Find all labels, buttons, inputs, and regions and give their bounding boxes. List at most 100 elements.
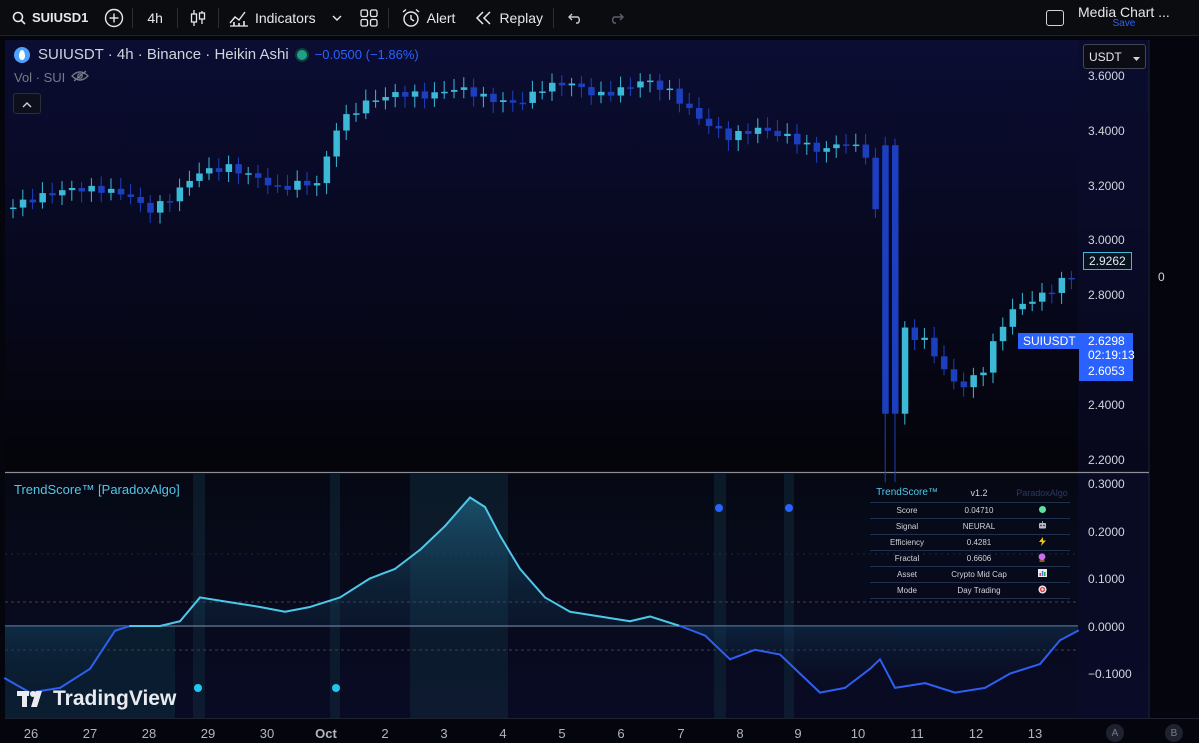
currency-select[interactable]: USDT (1083, 44, 1146, 69)
candle-body (764, 127, 772, 131)
candle-body (421, 91, 429, 99)
candle-body (49, 193, 56, 196)
ha-close-price: 2.6053 (1088, 364, 1125, 378)
candle-body (382, 96, 389, 101)
candle-body (1009, 309, 1017, 327)
crystal-ball-icon (1038, 552, 1046, 562)
candle-body (598, 91, 605, 96)
chart-type-button[interactable] (178, 0, 218, 36)
chart-title: SUIUSDT · 4h · Binance · Heikin Ashi (38, 46, 289, 63)
tradingview-logo[interactable]: TradingView (17, 687, 176, 711)
indicators-button[interactable]: Indicators (219, 0, 324, 36)
volume-legend[interactable]: Vol · SUI (14, 70, 90, 85)
candle-body (539, 91, 546, 93)
candle-body (215, 168, 223, 172)
candle-body (235, 164, 242, 174)
alert-label: Alert (426, 9, 456, 26)
time-axis-button-a[interactable]: A (1106, 724, 1124, 742)
price-change: −0.0500 (−1.86%) (314, 47, 419, 62)
candle-body (617, 87, 625, 96)
candle-body (313, 183, 321, 186)
candle-body (1039, 292, 1046, 302)
undo-button[interactable] (554, 0, 596, 36)
indicators-dropdown[interactable] (324, 0, 350, 36)
candle-body (333, 130, 340, 157)
top-toolbar: SUIUSD1 4h Indicators Alert Replay Media… (0, 0, 1199, 36)
candle-body (843, 144, 850, 146)
chart-area[interactable]: SUIUSDT · 4h · Binance · Heikin Ashi −0.… (0, 36, 1199, 743)
eye-hidden-icon[interactable] (71, 70, 90, 85)
candle-body (852, 144, 860, 147)
signal-band (193, 474, 205, 718)
brand-name: TradingView (53, 687, 177, 710)
rewind-icon (475, 10, 493, 25)
candle-body (647, 80, 654, 83)
signal-dot (332, 684, 340, 692)
candle-body (911, 327, 919, 340)
table-row: Mode Day Trading (870, 582, 1070, 599)
candle-body (353, 113, 360, 115)
candle-body (245, 173, 252, 175)
price-pane[interactable] (5, 40, 1149, 472)
layout-name-button[interactable]: Media Chart ... Save (1078, 5, 1170, 30)
symbol-price-tag: SUIUSDT (1018, 333, 1081, 349)
chevron-down-icon (332, 15, 342, 21)
redo-button[interactable] (596, 0, 636, 36)
candle-body (39, 193, 46, 203)
signal-dot (785, 504, 793, 512)
price-axis-label: 3.0000 (1088, 233, 1125, 247)
candle-body (754, 127, 762, 134)
price-axis-label: 3.6000 (1088, 69, 1125, 83)
candle-body (78, 187, 86, 192)
candle-body (872, 157, 879, 210)
zero-marker: 0 (1158, 270, 1165, 284)
table-label: Fractal (870, 550, 944, 567)
candle-body (656, 80, 664, 90)
last-price: 2.6298 (1088, 334, 1125, 348)
candle-body (960, 381, 968, 388)
chart-legend[interactable]: SUIUSDT · 4h · Binance · Heikin Ashi −0.… (14, 46, 419, 63)
candle-body (117, 188, 125, 195)
table-row: Asset Crypto Mid Cap (870, 566, 1070, 583)
signal-dot (715, 504, 723, 512)
collapse-legend-button[interactable] (13, 93, 41, 114)
candle-body (999, 326, 1007, 342)
alert-button[interactable]: Alert (389, 0, 466, 36)
volume-label: Vol · SUI (14, 70, 66, 85)
chart-canvas[interactable] (0, 36, 1199, 743)
layout-checkbox-icon[interactable] (1046, 10, 1064, 26)
compare-button[interactable] (96, 0, 132, 36)
signal-dot (194, 684, 202, 692)
candle-body (274, 185, 282, 187)
sui-logo-icon (14, 46, 30, 63)
candle-body (147, 202, 154, 213)
layouts-button[interactable] (350, 0, 388, 36)
candle-body (411, 91, 419, 97)
candle-body (892, 145, 899, 414)
target-icon (1038, 585, 1046, 593)
time-axis-label: 7 (677, 726, 685, 741)
price-axis-label: 3.4000 (1088, 124, 1125, 138)
candle-body (431, 92, 438, 99)
time-axis-label: 12 (968, 726, 984, 741)
time-axis-button-b[interactable]: B (1165, 724, 1183, 742)
candle-body (59, 190, 66, 196)
time-axis-label: 9 (794, 726, 802, 741)
candle-body (206, 168, 213, 174)
interval-button[interactable]: 4h (133, 0, 177, 36)
redo-icon (608, 12, 625, 24)
price-axis-label: 2.4000 (1088, 398, 1125, 412)
table-label: Efficiency (870, 534, 944, 551)
time-axis-label: 8 (736, 726, 744, 741)
candle-body (470, 87, 478, 97)
candle-body (68, 187, 76, 191)
indicator-title[interactable]: TrendScore™ [ParadoxAlgo] (14, 482, 180, 497)
candle-body (803, 142, 811, 145)
candle-body (500, 100, 507, 103)
candle-body (362, 100, 370, 114)
table-header-cell: v1.2 (944, 484, 1014, 503)
price-axis-label: 2.2000 (1088, 453, 1125, 467)
symbol-search[interactable]: SUIUSD1 (0, 0, 96, 36)
candle-body (980, 372, 987, 376)
replay-button[interactable]: Replay (465, 0, 553, 36)
